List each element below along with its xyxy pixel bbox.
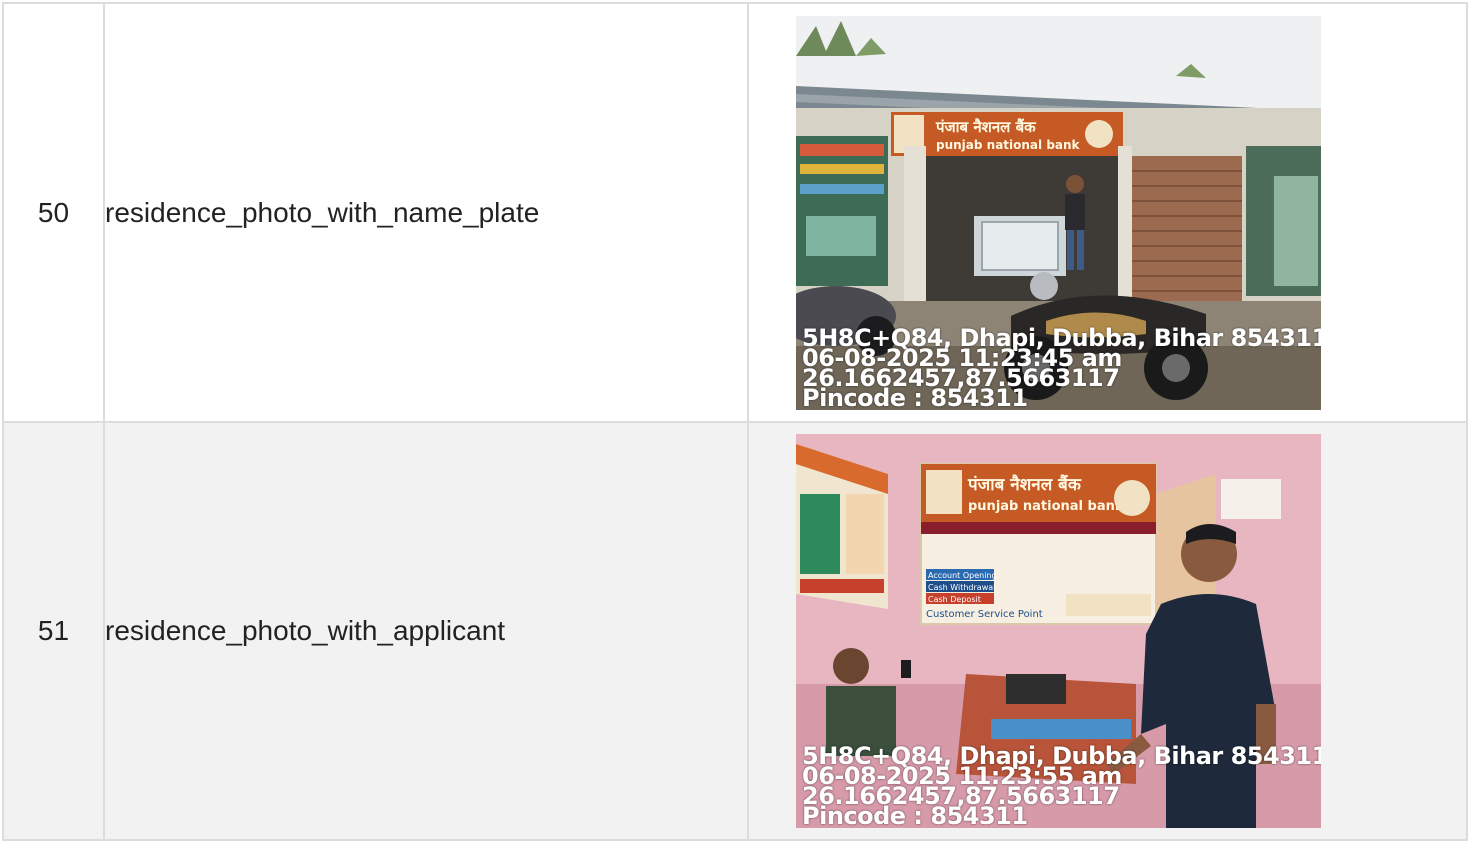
svg-text:Customer Service Point: Customer Service Point [926, 609, 1043, 620]
svg-text:पंजाब नैशनल बैंक: पंजाब नैशनल बैंक [935, 118, 1037, 136]
svg-text:punjab national bank: punjab national bank [968, 499, 1124, 514]
row-number: 50 [2, 2, 105, 423]
residence-photo-applicant[interactable]: पंजाब नैशनल बैंक punjab national bank Ac… [796, 434, 1321, 828]
svg-text:Account Opening: Account Opening [928, 571, 997, 580]
photo-cell: पंजाब नैशनल बैंक punjab national bank 5H… [747, 2, 1468, 423]
field-name: residence_photo_with_applicant [103, 421, 749, 841]
svg-text:Cash Withdrawal: Cash Withdrawal [928, 583, 995, 592]
residence-photo-name-plate[interactable]: पंजाब नैशनल बैंक punjab national bank 5H… [796, 15, 1321, 410]
field-name: residence_photo_with_name_plate [103, 2, 749, 423]
table-row: 51 residence_photo_with_applicant पंजाब … [2, 421, 1468, 841]
geo-stamp: 5H8C+Q84, Dhapi, Dubba, Bihar 854311, In… [802, 744, 1321, 828]
svg-text:Cash Deposit: Cash Deposit [928, 595, 981, 604]
data-table: 50 residence_photo_with_name_plate पंजाब… [2, 2, 1468, 841]
photo-cell: पंजाब नैशनल बैंक punjab national bank Ac… [747, 421, 1468, 841]
svg-text:पंजाब नैशनल बैंक: पंजाब नैशनल बैंक [967, 474, 1082, 495]
row-number: 51 [2, 421, 105, 841]
svg-text:punjab national bank: punjab national bank [936, 138, 1081, 152]
table-row: 50 residence_photo_with_name_plate पंजाब… [2, 2, 1468, 423]
geo-stamp: 5H8C+Q84, Dhapi, Dubba, Bihar 854311, In… [802, 326, 1321, 410]
